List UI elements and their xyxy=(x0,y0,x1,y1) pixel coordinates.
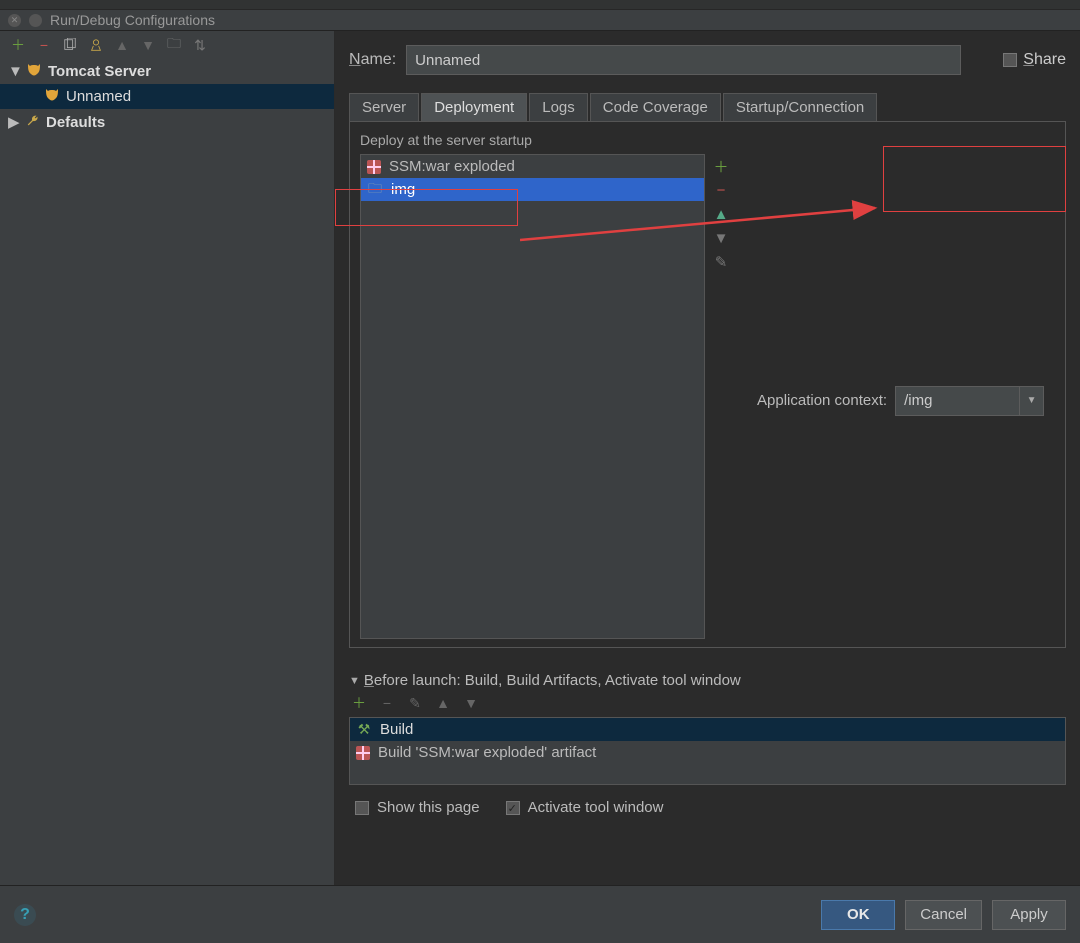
ok-button[interactable]: OK xyxy=(821,900,895,930)
editor-tabstrip xyxy=(0,0,1080,10)
add-icon[interactable]: ＋ xyxy=(713,158,729,174)
deploy-item-label: SSM:war exploded xyxy=(389,158,515,175)
tree-label: Unnamed xyxy=(66,88,131,105)
config-tree[interactable]: ▼ Tomcat Server Unnamed ▶ Defaults xyxy=(0,59,334,886)
before-launch-list[interactable]: ⚒ Build Build 'SSM:war exploded' artifac… xyxy=(349,717,1066,785)
tab-logs[interactable]: Logs xyxy=(529,93,588,121)
name-label: Name: xyxy=(349,51,396,69)
tree-label: Tomcat Server xyxy=(48,63,151,80)
show-this-page-checkbox[interactable]: Show this page xyxy=(355,799,480,816)
remove-icon[interactable]: − xyxy=(379,695,395,711)
task-label: Build xyxy=(380,721,413,738)
cancel-button[interactable]: Cancel xyxy=(905,900,982,930)
remove-icon[interactable]: − xyxy=(36,37,52,53)
before-launch-section: ▼ Before launch: Build, Build Artifacts,… xyxy=(349,672,1066,830)
tomcat-icon xyxy=(26,63,42,80)
window-close-icon[interactable]: ✕ xyxy=(8,14,21,27)
dialog-titlebar: ✕ Run/Debug Configurations xyxy=(0,10,1080,31)
window-min-icon[interactable] xyxy=(29,14,42,27)
share-checkbox[interactable]: Share xyxy=(1003,51,1066,69)
activate-tool-window-checkbox[interactable]: Activate tool window xyxy=(506,799,664,816)
tab-startup-connection[interactable]: Startup/Connection xyxy=(723,93,877,121)
up-icon[interactable]: ▲ xyxy=(713,206,729,222)
hammer-icon: ⚒ xyxy=(356,722,372,738)
deploy-item-artifact[interactable]: SSM:war exploded xyxy=(361,155,704,178)
tab-code-coverage[interactable]: Code Coverage xyxy=(590,93,721,121)
tree-node-defaults[interactable]: ▶ Defaults xyxy=(0,109,334,135)
deployment-panel: Deploy at the server startup SSM:war exp… xyxy=(349,122,1066,648)
deploy-section-label: Deploy at the server startup xyxy=(360,132,1055,148)
down-icon[interactable]: ▼ xyxy=(713,230,729,246)
folder-icon[interactable]: 🗀 xyxy=(166,37,182,53)
task-row[interactable]: Build 'SSM:war exploded' artifact xyxy=(350,741,1065,764)
name-input[interactable] xyxy=(406,45,961,75)
tree-node-tomcat[interactable]: ▼ Tomcat Server xyxy=(0,59,334,84)
deploy-buttons: ＋ − ▲ ▼ ✎ xyxy=(713,154,729,639)
deploy-item-folder[interactable]: 🗀 img xyxy=(361,178,704,201)
dialog-title: Run/Debug Configurations xyxy=(50,12,215,28)
config-sidebar: ＋ − ▲ ▼ 🗀 ⇅ ▼ Tomcat Server xyxy=(0,31,335,886)
add-icon[interactable]: ＋ xyxy=(10,37,26,53)
deploy-item-label: img xyxy=(391,181,415,198)
task-label: Build 'SSM:war exploded' artifact xyxy=(378,744,596,761)
up-icon[interactable]: ▲ xyxy=(114,37,130,53)
help-icon[interactable]: ? xyxy=(14,904,36,926)
deploy-list[interactable]: SSM:war exploded 🗀 img xyxy=(360,154,705,639)
settings-icon[interactable] xyxy=(88,37,104,53)
application-context-row: Application context: ▼ xyxy=(737,154,1044,639)
dialog-footer: ? OK Cancel Apply xyxy=(0,885,1080,943)
config-tabs: Server Deployment Logs Code Coverage Sta… xyxy=(349,93,1066,122)
remove-icon[interactable]: − xyxy=(713,182,729,198)
folder-icon: 🗀 xyxy=(367,182,383,198)
before-launch-header[interactable]: ▼ Before launch: Build, Build Artifacts,… xyxy=(349,672,1066,689)
artifact-icon xyxy=(356,746,370,760)
down-icon[interactable]: ▼ xyxy=(140,37,156,53)
up-icon[interactable]: ▲ xyxy=(435,695,451,711)
main-panel: Name: Share Server Deployment Logs Code … xyxy=(335,31,1080,886)
tree-label: Defaults xyxy=(46,114,105,131)
context-input[interactable] xyxy=(895,386,1020,416)
tab-deployment[interactable]: Deployment xyxy=(421,93,527,121)
tab-server[interactable]: Server xyxy=(349,93,419,121)
wrench-icon xyxy=(26,114,40,131)
tree-node-unnamed[interactable]: Unnamed xyxy=(0,84,334,109)
task-row-empty xyxy=(350,764,1065,784)
edit-icon[interactable]: ✎ xyxy=(407,695,423,711)
tomcat-icon xyxy=(44,88,60,105)
add-icon[interactable]: ＋ xyxy=(351,695,367,711)
edit-icon[interactable]: ✎ xyxy=(713,254,729,270)
artifact-icon xyxy=(367,160,381,174)
sort-icon[interactable]: ⇅ xyxy=(192,37,208,53)
context-dropdown[interactable]: ▼ xyxy=(1020,386,1044,416)
expand-icon[interactable]: ▶ xyxy=(8,113,20,131)
sidebar-toolbar: ＋ − ▲ ▼ 🗀 ⇅ xyxy=(0,31,334,59)
context-label: Application context: xyxy=(757,392,887,409)
expand-icon[interactable]: ▼ xyxy=(8,63,20,80)
task-row[interactable]: ⚒ Build xyxy=(350,718,1065,741)
copy-icon[interactable] xyxy=(62,37,78,53)
down-icon[interactable]: ▼ xyxy=(463,695,479,711)
apply-button[interactable]: Apply xyxy=(992,900,1066,930)
